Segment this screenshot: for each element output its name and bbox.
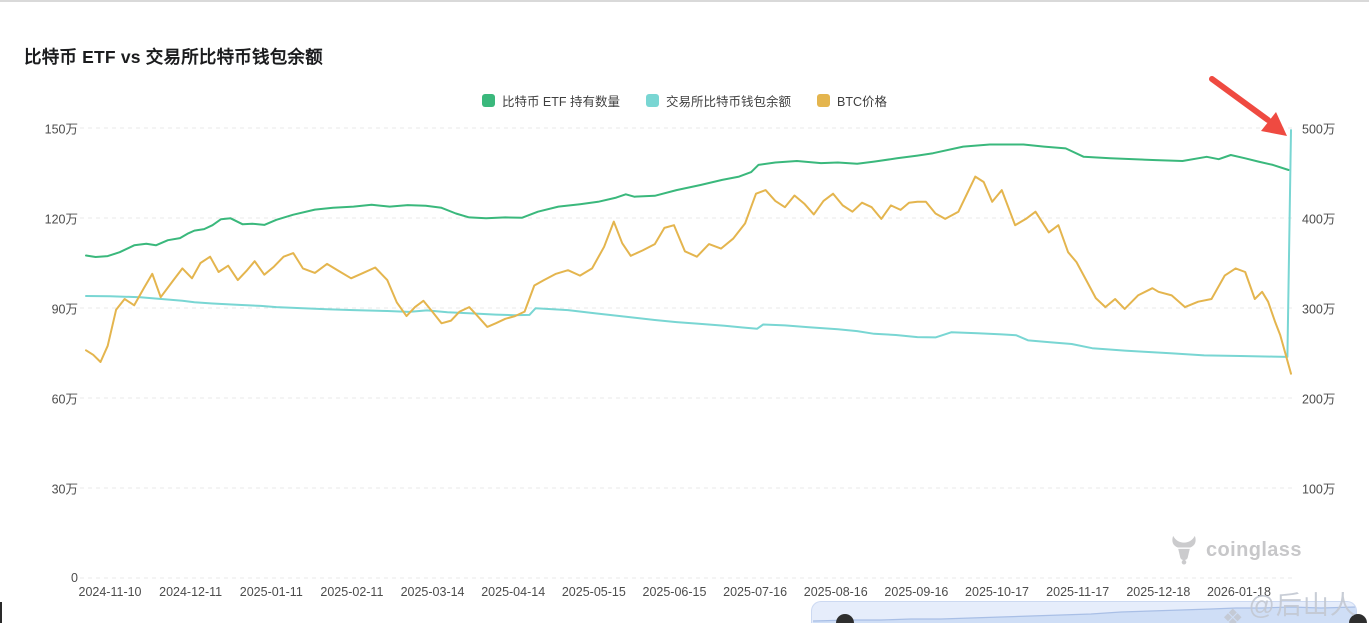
y-left-tick: 120万 [20, 209, 78, 228]
x-tick: 2025-07-16 [723, 585, 787, 599]
x-tick: 2025-01-11 [240, 585, 303, 599]
user-watermark-text: @后山人_ [1249, 585, 1369, 623]
x-tick: 2025-04-14 [481, 585, 545, 599]
coinglass-bull-icon [1170, 535, 1198, 565]
series-line-exchange-balance [86, 130, 1291, 357]
main-chart [0, 2, 1369, 623]
y-right-tick: 200万 [1302, 389, 1335, 408]
x-tick: 2025-06-15 [642, 585, 706, 599]
y-left-tick: 150万 [20, 119, 78, 138]
y-left-tick: 60万 [20, 389, 78, 408]
series-line-etf-holdings [86, 145, 1289, 258]
x-tick: 2025-05-15 [562, 585, 626, 599]
x-tick: 2024-11-10 [78, 585, 141, 599]
annotation-arrow-shaft [1212, 79, 1268, 120]
x-tick: 2025-10-17 [965, 585, 1029, 599]
screen-edge-sliver [0, 602, 2, 623]
x-tick: 2025-03-14 [401, 585, 465, 599]
user-watermark: ❖ @后山人_ [1222, 585, 1369, 623]
x-tick: 2025-08-16 [804, 585, 868, 599]
x-tick: 2025-12-18 [1126, 585, 1190, 599]
coinglass-logo-text: coinglass [1206, 539, 1302, 562]
y-left-tick: 30万 [20, 479, 78, 498]
x-tick: 2025-02-11 [320, 585, 383, 599]
y-right-tick: 400万 [1302, 209, 1335, 228]
x-tick: 2024-12-11 [159, 585, 222, 599]
series-line-btc-price [86, 177, 1291, 374]
gem-icon: ❖ [1222, 607, 1244, 623]
y-left-tick: 90万 [20, 299, 78, 318]
coinglass-watermark: coinglass [1170, 535, 1302, 565]
y-right-tick: 300万 [1302, 299, 1335, 318]
y-left-tick: 0 [20, 571, 78, 585]
y-right-tick: 500万 [1302, 119, 1335, 138]
y-right-tick: 100万 [1302, 479, 1335, 498]
x-tick: 2025-09-16 [884, 585, 948, 599]
x-tick: 2025-11-17 [1046, 585, 1109, 599]
